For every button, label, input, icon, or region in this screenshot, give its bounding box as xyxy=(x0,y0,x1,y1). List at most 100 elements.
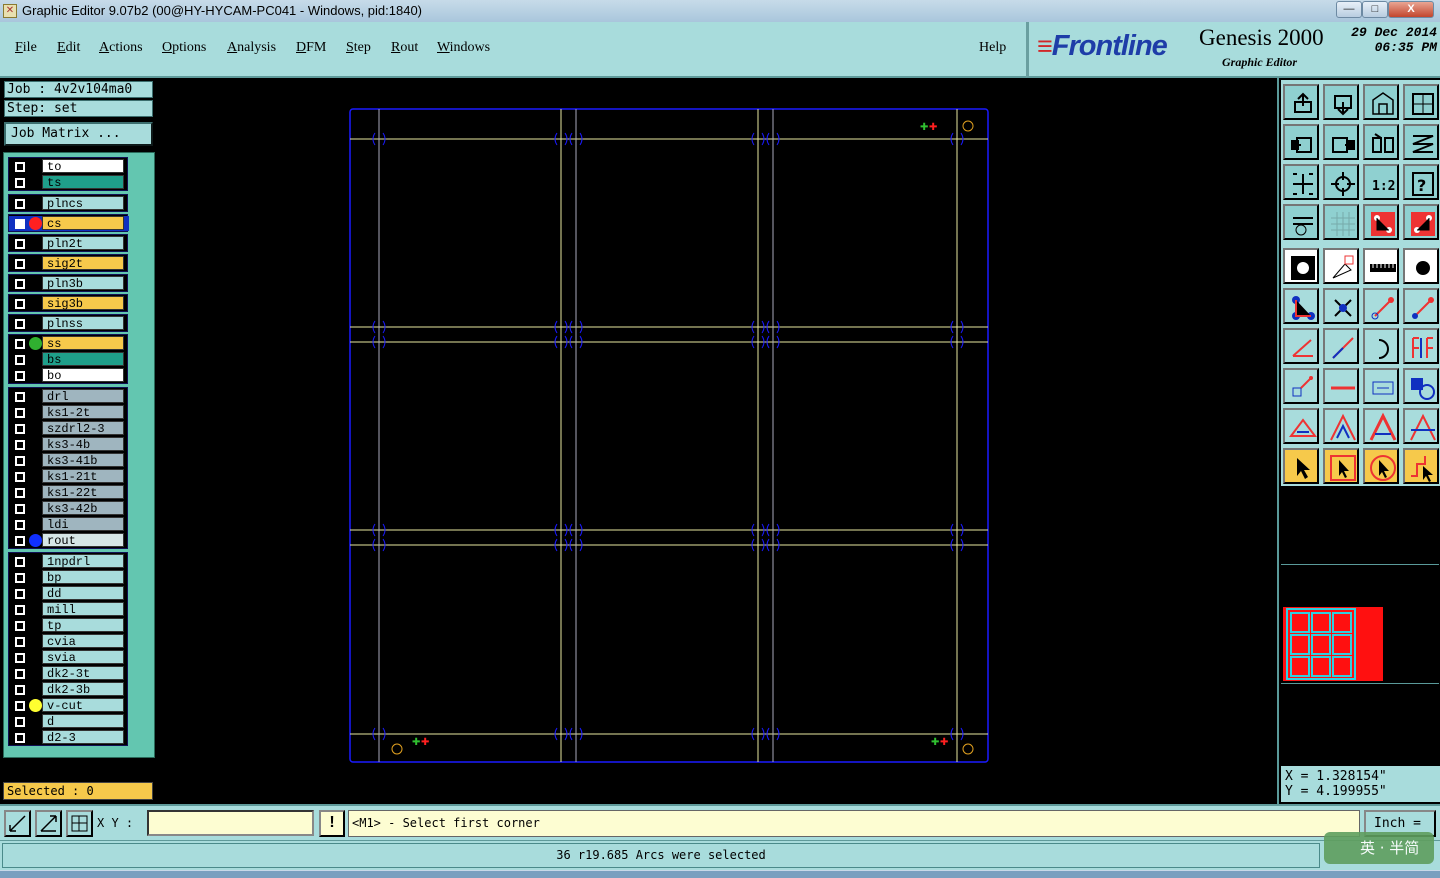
layer-row-tp[interactable]: tp xyxy=(9,618,129,633)
menu-analysis[interactable]: Analysis xyxy=(227,40,276,56)
shapes-icon[interactable] xyxy=(1403,368,1439,404)
layer-checkbox[interactable] xyxy=(15,424,25,434)
layer-checkbox[interactable] xyxy=(15,371,25,381)
cross-icon[interactable] xyxy=(1323,288,1359,324)
move-icon[interactable] xyxy=(1283,368,1319,404)
arc-icon[interactable] xyxy=(1363,328,1399,364)
menu-help[interactable]: Help xyxy=(979,40,1006,56)
layer-checkbox[interactable] xyxy=(15,605,25,615)
center-icon[interactable] xyxy=(1323,164,1359,200)
layer-checkbox[interactable] xyxy=(15,199,25,209)
diag-icon[interactable] xyxy=(1323,328,1359,364)
snap-grid-icon[interactable] xyxy=(66,810,93,837)
layer-checkbox[interactable] xyxy=(15,219,25,229)
layer-checkbox[interactable] xyxy=(15,520,25,530)
layer-checkbox[interactable] xyxy=(15,653,25,663)
layer-row-cvia[interactable]: cvia xyxy=(9,634,129,649)
layer-row-dk2-3t[interactable]: dk2-3t xyxy=(9,666,129,681)
layer-checkbox[interactable] xyxy=(15,456,25,466)
layer-row-plnss[interactable]: plnss xyxy=(9,316,129,331)
layer-row-bo[interactable]: bo xyxy=(9,368,129,383)
layer-checkbox[interactable] xyxy=(15,573,25,583)
layer-row-ks3-42b[interactable]: ks3-42b xyxy=(9,501,129,516)
layer-checkbox[interactable] xyxy=(15,408,25,418)
layer-checkbox[interactable] xyxy=(15,557,25,567)
layer-checkbox[interactable] xyxy=(15,259,25,269)
minus-icon[interactable] xyxy=(1323,368,1359,404)
menu-windows[interactable]: Windows xyxy=(437,40,490,56)
layer-row-pln3b[interactable]: pln3b xyxy=(9,276,129,291)
graphic-canvas[interactable]: ✚ ✚ ✚ ✚ ✚ ✚ xyxy=(160,78,1277,804)
maximize-button[interactable]: □ xyxy=(1362,1,1388,18)
zoom-left-icon[interactable] xyxy=(1283,124,1319,160)
layer-checkbox[interactable] xyxy=(15,279,25,289)
layer-checkbox[interactable] xyxy=(15,319,25,329)
menu-edit[interactable]: Edit xyxy=(57,40,80,56)
layer-row-ks1-22t[interactable]: ks1-22t xyxy=(9,485,129,500)
layer-checkbox[interactable] xyxy=(15,472,25,482)
pointer-circle-icon[interactable] xyxy=(1363,448,1399,484)
layer-row-ss[interactable]: ss xyxy=(9,336,129,351)
ime-indicator[interactable]: 英 · 半简 xyxy=(1324,832,1434,864)
menu-file[interactable]: File xyxy=(15,40,37,56)
layer-checkbox[interactable] xyxy=(15,669,25,679)
layer-row-ks3-41b[interactable]: ks3-41b xyxy=(9,453,129,468)
minimize-button[interactable]: — xyxy=(1336,1,1362,18)
layer-row-cs[interactable]: cs xyxy=(9,216,129,231)
mirror-icon[interactable] xyxy=(1363,124,1399,160)
grid-icon[interactable] xyxy=(1323,204,1359,240)
xy-input[interactable] xyxy=(147,810,314,836)
layer-row-dd[interactable]: dd xyxy=(9,586,129,601)
info-button[interactable]: ! xyxy=(319,810,345,837)
snap2-icon[interactable] xyxy=(1403,204,1439,240)
layer-row-ts[interactable]: ts xyxy=(9,175,129,190)
help-icon[interactable]: ? xyxy=(1403,164,1439,200)
layer-row-bs[interactable]: bs xyxy=(9,352,129,367)
layer-row-d2-3[interactable]: d2-3 xyxy=(9,730,129,745)
zoom-area-icon[interactable] xyxy=(4,810,31,837)
layer-checkbox[interactable] xyxy=(15,589,25,599)
layer-row-rout[interactable]: rout xyxy=(9,533,129,548)
layer-row-plncs[interactable]: plncs xyxy=(9,196,129,211)
layer-checkbox[interactable] xyxy=(15,621,25,631)
menu-actions[interactable]: Actions xyxy=(99,40,143,56)
layer-row-drl[interactable]: drl xyxy=(9,389,129,404)
layer-row-pln2t[interactable]: pln2t xyxy=(9,236,129,251)
shape-icon[interactable] xyxy=(1323,248,1359,284)
connect-icon[interactable] xyxy=(1283,288,1319,324)
pad-icon[interactable] xyxy=(1283,248,1319,284)
tri2-icon[interactable] xyxy=(1323,408,1359,444)
text-ff-icon[interactable] xyxy=(1403,328,1439,364)
layer-checkbox[interactable] xyxy=(15,440,25,450)
layer-checkbox[interactable] xyxy=(15,299,25,309)
tri1-icon[interactable] xyxy=(1283,408,1319,444)
flip-icon[interactable] xyxy=(1403,124,1439,160)
layer-checkbox[interactable] xyxy=(15,685,25,695)
layer-row-bp[interactable]: bp xyxy=(9,570,129,585)
layer-row-ldi[interactable]: ldi xyxy=(9,517,129,532)
pointer-icon[interactable] xyxy=(1283,448,1319,484)
layer-checkbox[interactable] xyxy=(15,488,25,498)
layer-row-svia[interactable]: svia xyxy=(9,650,129,665)
layer-row-1npdrl[interactable]: 1npdrl xyxy=(9,554,129,569)
layer-row-ks1-2t[interactable]: ks1-2t xyxy=(9,405,129,420)
layer-row-dk2-3b[interactable]: dk2-3b xyxy=(9,682,129,697)
overview-map[interactable] xyxy=(1281,564,1439,684)
layer-checkbox[interactable] xyxy=(15,717,25,727)
menu-options[interactable]: Options xyxy=(162,40,206,56)
scale-1-2-icon[interactable]: 1:2 xyxy=(1363,164,1399,200)
home-icon[interactable] xyxy=(1283,84,1319,120)
ruler-icon[interactable] xyxy=(1363,248,1399,284)
layer-row-sig2t[interactable]: sig2t xyxy=(9,256,129,271)
layer-row-sig3b[interactable]: sig3b xyxy=(9,296,129,311)
layer-checkbox[interactable] xyxy=(15,637,25,647)
layer-row-d[interactable]: d xyxy=(9,714,129,729)
pointer-path-icon[interactable] xyxy=(1403,448,1439,484)
layer-row-ks3-4b[interactable]: ks3-4b xyxy=(9,437,129,452)
place-icon[interactable] xyxy=(1323,84,1359,120)
zoom-out-icon[interactable] xyxy=(35,810,62,837)
layer-checkbox[interactable] xyxy=(15,239,25,249)
layer-checkbox[interactable] xyxy=(15,504,25,514)
panel-icon[interactable] xyxy=(1363,84,1399,120)
close-button[interactable]: X xyxy=(1388,1,1434,18)
